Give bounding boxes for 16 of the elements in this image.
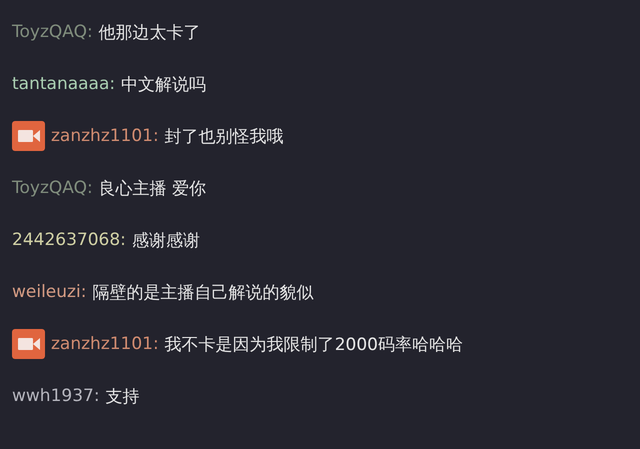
username[interactable]: weileuzi: [12,282,86,302]
message-text: 感谢感谢 [132,230,200,252]
message-text: 封了也别怪我哦 [164,126,284,148]
username[interactable]: wwh1937: [12,386,100,406]
username[interactable]: zanzhz1101: [51,126,159,146]
message-text: 支持 [106,386,140,408]
message-text: 中文解说吗 [121,74,206,96]
message-text: 隔壁的是主播自己解说的貌似 [92,282,314,304]
username[interactable]: zanzhz1101: [51,334,159,354]
message-text: 我不卡是因为我限制了2000码率哈哈哈 [164,334,463,356]
message-text: 他那边太卡了 [98,22,201,44]
username[interactable]: ToyzQAQ: [12,178,93,198]
username[interactable]: tantanaaaa: [12,74,116,94]
message-text: 良心主播 爱你 [98,178,206,200]
username[interactable]: 2442637068: [12,230,126,250]
username[interactable]: ToyzQAQ: [12,22,93,42]
